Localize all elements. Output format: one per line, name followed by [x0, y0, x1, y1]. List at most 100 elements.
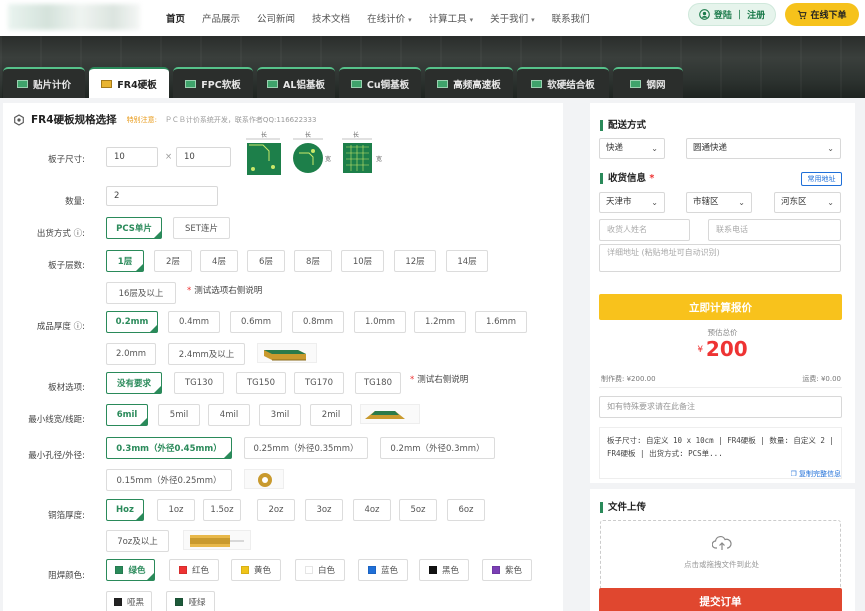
file-upload-title: 文件上传: [600, 502, 646, 513]
nav-item[interactable]: 联系我们: [552, 11, 590, 25]
copper-option[interactable]: Hoz: [106, 499, 144, 521]
copper-option[interactable]: 6oz: [447, 499, 485, 521]
mask-option[interactable]: 绿色: [106, 559, 155, 581]
product-tab[interactable]: Cu铜基板: [339, 67, 421, 98]
copper-option[interactable]: 1.5oz: [203, 499, 241, 521]
layers-option[interactable]: 8层: [294, 250, 332, 272]
nav-item[interactable]: 公司新闻: [257, 11, 295, 25]
mask-option[interactable]: 哑黑: [106, 591, 152, 611]
layers-option-label: 10层: [352, 257, 373, 267]
board-icon: [16, 79, 28, 88]
hole-option[interactable]: 0.2mm（外径0.3mm）: [380, 437, 495, 459]
recipient-name-input[interactable]: 收货人姓名: [599, 219, 690, 241]
product-tab[interactable]: FR4硬板: [89, 67, 169, 98]
city-select[interactable]: 市辖区 ⌄: [686, 192, 752, 213]
nav-item[interactable]: 计算工具 ▾: [429, 11, 474, 25]
mask-option[interactable]: 黑色: [419, 559, 469, 581]
product-tab[interactable]: 贴片计价: [3, 67, 85, 98]
board-width-input[interactable]: 10: [176, 147, 231, 167]
nav-item-label: 计算工具: [428, 14, 467, 25]
nav-item[interactable]: 产品展示: [202, 11, 240, 25]
hole-option[interactable]: 0.15mm（外径0.25mm）: [106, 469, 232, 491]
courier-select[interactable]: 圆通快递 ⌄: [686, 138, 841, 159]
quantity-label: 数量:: [65, 197, 85, 207]
layers-option[interactable]: 6层: [247, 250, 285, 272]
ship-option[interactable]: PCS单片: [106, 217, 162, 239]
online-order-button[interactable]: 在线下单: [785, 3, 859, 26]
layers-option[interactable]: 2层: [154, 250, 192, 272]
address-textarea[interactable]: 详细地址 (粘贴地址可自动识别): [599, 244, 841, 272]
district-select[interactable]: 河东区 ⌄: [774, 192, 841, 213]
remark-input[interactable]: 如有特殊要求请在此备注: [599, 396, 842, 418]
delivery-method-select[interactable]: 快递 ⌄: [599, 138, 665, 159]
board-size-illustrations: 长 长 宽 长 宽: [246, 131, 382, 175]
material-option[interactable]: TG130: [174, 372, 224, 394]
material-option[interactable]: 没有要求: [106, 372, 162, 394]
copy-info-link[interactable]: ❐ 复制完整信息: [790, 469, 841, 479]
mask-option[interactable]: 红色: [169, 559, 219, 581]
product-tab[interactable]: AL铝基板: [257, 67, 335, 98]
submit-order-button[interactable]: 提交订单: [599, 588, 842, 611]
hole-option[interactable]: 0.25mm（外径0.35mm）: [244, 437, 368, 459]
nav-item[interactable]: 首页: [166, 11, 185, 25]
trace-option[interactable]: 2mil: [310, 404, 352, 426]
thickness-option[interactable]: 2.0mm: [106, 343, 156, 365]
layers-option[interactable]: 12层: [394, 250, 436, 272]
copper-option[interactable]: 2oz: [257, 499, 295, 521]
layers-note: * 测试选项右侧说明: [187, 284, 262, 296]
trace-option[interactable]: 6mil: [106, 404, 148, 426]
material-option[interactable]: TG180: [355, 372, 401, 394]
nav-item-label: 技术文档: [312, 14, 351, 25]
mask-option[interactable]: 白色: [295, 559, 345, 581]
nav-item[interactable]: 关于我们 ▾: [490, 11, 535, 25]
calculate-quote-button[interactable]: 立即计算报价: [599, 294, 842, 320]
thickness-option[interactable]: 0.2mm: [106, 311, 158, 333]
product-tab[interactable]: 软硬结合板: [517, 67, 609, 98]
material-option[interactable]: TG170: [294, 372, 344, 394]
layers-option[interactable]: 16层及以上: [106, 282, 176, 304]
copper-option[interactable]: 4oz: [353, 499, 391, 521]
thickness-option[interactable]: 1.0mm: [354, 311, 406, 333]
board-length-input[interactable]: 10: [106, 147, 158, 167]
layers-option[interactable]: 14层: [446, 250, 488, 272]
copper-option[interactable]: 1oz: [157, 499, 195, 521]
color-swatch: [304, 566, 313, 574]
trace-option[interactable]: 4mil: [208, 404, 250, 426]
trace-option[interactable]: 3mil: [259, 404, 301, 426]
hole-option[interactable]: 0.3mm（外径0.45mm）: [106, 437, 232, 459]
common-address-button[interactable]: 常用地址: [801, 172, 842, 186]
svg-text:宽: 宽: [376, 155, 382, 163]
thickness-option[interactable]: 1.2mm: [414, 311, 466, 333]
thickness-option[interactable]: 2.4mm及以上: [168, 343, 245, 365]
product-tab[interactable]: 高频高速板: [425, 67, 513, 98]
ship-option[interactable]: SET连片: [173, 217, 230, 239]
layers-option-label: 12层: [405, 257, 425, 267]
site-logo[interactable]: [8, 4, 140, 30]
thickness-option[interactable]: 1.6mm: [475, 311, 527, 333]
thickness-option[interactable]: 0.6mm: [230, 311, 282, 333]
product-tab[interactable]: 钢网: [613, 67, 683, 98]
spec-panel-header: FR4硬板规格选择 特别注意: ＰＣＢ计价系统开发，联系作者QQ:1166223…: [13, 112, 316, 127]
copper-option[interactable]: 5oz: [399, 499, 437, 521]
mask-option[interactable]: 黄色: [231, 559, 281, 581]
material-option[interactable]: TG150: [236, 372, 286, 394]
trace-option[interactable]: 5mil: [158, 404, 200, 426]
thickness-option[interactable]: 0.4mm: [168, 311, 220, 333]
nav-item[interactable]: 技术文档: [312, 11, 350, 25]
mask-option[interactable]: 紫色: [482, 559, 532, 581]
province-select[interactable]: 天津市 ⌄: [599, 192, 665, 213]
thickness-option[interactable]: 0.8mm: [292, 311, 344, 333]
layers-option[interactable]: 1层: [106, 250, 144, 272]
copy-info-label: 复制完整信息: [799, 470, 841, 478]
layers-option[interactable]: 4层: [200, 250, 238, 272]
copper-option[interactable]: 7oz及以上: [106, 530, 169, 552]
quantity-input[interactable]: 2: [106, 186, 218, 206]
layers-option[interactable]: 10层: [341, 250, 384, 272]
nav-item[interactable]: 在线计价 ▾: [367, 11, 412, 25]
mask-option[interactable]: 蓝色: [358, 559, 408, 581]
phone-input[interactable]: 联系电话: [708, 219, 841, 241]
copper-option[interactable]: 3oz: [305, 499, 343, 521]
mask-option[interactable]: 哑绿: [166, 591, 215, 611]
login-register-button[interactable]: 登陆 ｜ 注册: [688, 3, 776, 26]
product-tab[interactable]: FPC软板: [173, 67, 253, 98]
